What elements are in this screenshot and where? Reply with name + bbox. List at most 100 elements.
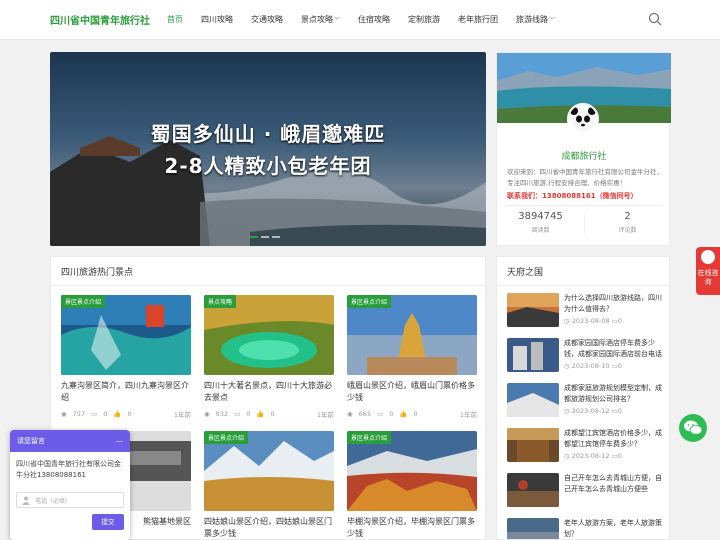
nav-item-label: 首页 bbox=[167, 15, 183, 24]
article-meta: ◉ 665 ▭ 0 👍 0 1年前 bbox=[347, 409, 477, 419]
list-item-title[interactable]: 为什么选择四川旅游线路，四川为什么值得去？ bbox=[564, 293, 668, 315]
consult-label: 在线咨询 bbox=[697, 269, 719, 286]
nav-item-senior-tour[interactable]: 老年旅行团 bbox=[451, 0, 505, 40]
eye-icon: ◉ bbox=[204, 410, 210, 418]
avatar[interactable] bbox=[567, 103, 599, 135]
list-item-title[interactable]: 老年人旅游方案，老年人旅游策划？ bbox=[564, 518, 668, 539]
nav-item-home[interactable]: 首页 bbox=[160, 0, 190, 40]
category-tag[interactable]: 景区景点介绍 bbox=[347, 431, 392, 444]
list-item-thumbnail[interactable] bbox=[507, 428, 559, 462]
list-item[interactable]: 自己开车怎么去青城山方便，自己开车怎么去青城山方便些 bbox=[507, 473, 665, 513]
list-item-thumbnail[interactable] bbox=[507, 293, 559, 327]
comment-icon: ▭ bbox=[234, 410, 241, 418]
post-date: 2023-08-10 bbox=[571, 362, 610, 370]
article-title[interactable]: 四川十大著名景点，四川十大旅游必去景点 bbox=[204, 380, 334, 404]
banner-headline: 蜀国多仙山 · 峨眉邈难匹 bbox=[150, 122, 386, 146]
article-card[interactable]: 景点攻略 四川十大著名景点，四川十大旅游必去景点 ◉ 932 ▭ 0 👍 0 1年前 bbox=[204, 295, 334, 419]
carousel-dot[interactable] bbox=[272, 236, 280, 238]
article-title[interactable]: 九寨沟景区简介，四川九寨沟景区介绍 bbox=[61, 380, 191, 404]
user-icon bbox=[22, 496, 30, 505]
banner-subheadline: 2-8人精致小包老年团 bbox=[164, 154, 372, 178]
list-item-title[interactable]: 自己开车怎么去青城山方便，自己开车怎么去青城山方便些 bbox=[564, 473, 668, 495]
list-item-thumbnail[interactable] bbox=[507, 338, 559, 372]
list-item-meta: ◷ 2023-08-08 ▭0 bbox=[564, 317, 622, 325]
online-consult-button[interactable]: 在线咨询 bbox=[696, 247, 720, 295]
clock-icon: ◷ bbox=[564, 452, 570, 460]
article-thumbnail[interactable]: 景点攻略 bbox=[204, 295, 334, 375]
category-tag[interactable]: 景区景点介绍 bbox=[61, 295, 106, 308]
section-title: 四川旅游热门景点 bbox=[61, 268, 134, 278]
list-item-title[interactable]: 成都家庭旅游规划模型定制，成都旅游规划公司排名？ bbox=[564, 383, 668, 405]
article-title[interactable]: 毕棚沟景区介绍，毕棚沟景区门票多少钱 bbox=[347, 516, 477, 539]
profile-name[interactable]: 成都旅行社 bbox=[497, 149, 671, 162]
category-tag[interactable]: 景区景点介绍 bbox=[347, 295, 392, 308]
wechat-button[interactable] bbox=[679, 414, 707, 442]
article-card[interactable]: 景区景点介绍 四姑娘山景区介绍，四姑娘山景区门票多少钱 bbox=[204, 431, 334, 539]
article-card[interactable]: 景区景点介绍 九寨沟景区简介，四川九寨沟景区介绍 ◉ 757 ▭ 0 👍 0 1年前 bbox=[61, 295, 191, 419]
message-widget-text: 四川省中国青年旅行社有限公司金牛分社13808088161 bbox=[16, 460, 121, 479]
submit-button[interactable]: 提交 bbox=[92, 514, 124, 530]
thumbs-up-icon: 👍 bbox=[256, 410, 265, 418]
nav-item-attractions[interactable]: 景点攻略﹀ bbox=[294, 0, 347, 40]
list-item[interactable]: 为什么选择四川旅游线路，四川为什么值得去？ ◷ 2023-08-08 ▭0 bbox=[507, 293, 665, 333]
profile-description: 欢迎来到：四川省中国青年旅行社有限公司金牛分社，专注四川旅游,行程安排合理、价格… bbox=[507, 168, 663, 187]
thumbs-up-icon: 👍 bbox=[399, 410, 408, 418]
phone-input[interactable]: 电话（必填） bbox=[16, 492, 124, 508]
nav-item-label: 住宿攻略 bbox=[358, 15, 391, 24]
nav-item-label: 四川攻略 bbox=[201, 15, 233, 24]
list-item-thumbnail[interactable] bbox=[507, 473, 559, 507]
eye-icon: ◉ bbox=[347, 410, 353, 418]
site-logo[interactable]: 四川省中国青年旅行社 bbox=[50, 12, 150, 27]
article-card[interactable]: 景区景点介绍 毕棚沟景区介绍，毕棚沟景区门票多少钱 bbox=[347, 431, 477, 539]
stat-comments: 2 评论数 bbox=[584, 211, 671, 234]
list-item[interactable]: 老年人旅游方案，老年人旅游策划？ bbox=[507, 518, 668, 539]
agent-avatar-icon bbox=[701, 250, 715, 264]
nav-item-label: 定制旅游 bbox=[408, 15, 441, 24]
carousel-dot[interactable] bbox=[261, 236, 269, 238]
list-item[interactable]: 成都家庭旅游规划模型定制，成都旅游规划公司排名？ ◷ 2023-08-12 ▭0 bbox=[507, 383, 665, 423]
post-date: 2023-08-12 bbox=[571, 452, 610, 460]
article-card[interactable]: 景区景点介绍 峨眉山景区介绍，峨眉山门票价格多少钱 ◉ 665 ▭ 0 👍 0 1年前 bbox=[347, 295, 477, 419]
comment-count: 0 bbox=[617, 407, 622, 415]
list-item-meta: ◷ 2023-08-12 ▭0 bbox=[564, 407, 622, 415]
list-item-title[interactable]: 成都家园国际酒店停车费多少钱，成都家园国际酒店前台电话多少 bbox=[564, 338, 668, 360]
list-item[interactable]: 成都家园国际酒店停车费多少钱，成都家园国际酒店前台电话多少 ◷ 2023-08-… bbox=[507, 338, 665, 378]
category-tag[interactable]: 景点攻略 bbox=[204, 295, 237, 308]
chevron-down-icon: ﹀ bbox=[334, 17, 341, 24]
nav-item-routes[interactable]: 旅游线路﹀ bbox=[509, 0, 562, 40]
post-time: 1年前 bbox=[316, 411, 334, 419]
list-item[interactable]: 成都望江宾馆酒店价格多少，成都望江宾馆停车费多少？ ◷ 2023-08-12 ▭… bbox=[507, 428, 665, 468]
profile-card: 成都旅行社 欢迎来到：四川省中国青年旅行社有限公司金牛分社，专注四川旅游,行程安… bbox=[496, 52, 671, 246]
search-icon[interactable] bbox=[648, 12, 662, 26]
comment-count: 0 bbox=[103, 410, 108, 418]
nav-item-label: 交通攻略 bbox=[251, 15, 283, 24]
list-item-thumbnail[interactable] bbox=[507, 518, 559, 539]
tianfu-sidebar: 天府之国 为什么选择四川旅游线路，四川为什么值得去？ ◷ 2023-08-08 … bbox=[496, 256, 670, 540]
article-title[interactable]: 四姑娘山景区介绍，四姑娘山景区门票多少钱 bbox=[204, 516, 334, 539]
clock-icon: ◷ bbox=[564, 407, 570, 415]
like-count: 0 bbox=[413, 410, 418, 418]
banner-image bbox=[50, 52, 486, 246]
list-item-title[interactable]: 成都望江宾馆酒店价格多少，成都望江宾馆停车费多少？ bbox=[564, 428, 668, 450]
article-thumbnail[interactable]: 景区景点介绍 bbox=[204, 431, 334, 511]
list-item-thumbnail[interactable] bbox=[507, 383, 559, 417]
section-title: 天府之国 bbox=[507, 268, 544, 278]
minimize-icon[interactable]: — bbox=[116, 437, 123, 445]
article-thumbnail[interactable]: 景区景点介绍 bbox=[61, 295, 191, 375]
article-thumbnail[interactable]: 景区景点介绍 bbox=[347, 295, 477, 375]
message-widget: 请您留言 — 四川省中国青年旅行社有限公司金牛分社13808088161 电话（… bbox=[10, 430, 130, 540]
hero-banner[interactable]: 蜀国多仙山 · 峨眉邈难匹 2-8人精致小包老年团 bbox=[50, 52, 486, 246]
article-title[interactable]: 峨眉山景区介绍，峨眉山门票价格多少钱 bbox=[347, 380, 477, 404]
nav-item-lodging[interactable]: 住宿攻略 bbox=[351, 0, 397, 40]
wechat-icon bbox=[684, 420, 703, 435]
carousel-dot[interactable] bbox=[250, 236, 258, 238]
article-meta: ◉ 757 ▭ 0 👍 0 1年前 bbox=[61, 409, 191, 419]
nav-item-sichuan-guide[interactable]: 四川攻略 bbox=[194, 0, 240, 40]
category-tag[interactable]: 景区景点介绍 bbox=[204, 431, 249, 444]
nav-item-custom-tour[interactable]: 定制旅游 bbox=[401, 0, 447, 40]
nav-item-transport[interactable]: 交通攻略 bbox=[244, 0, 290, 40]
comment-count: 0 bbox=[617, 317, 622, 325]
article-thumbnail[interactable]: 景区景点介绍 bbox=[347, 431, 477, 511]
clock-icon: ◷ bbox=[564, 317, 570, 325]
post-date: 2023-08-08 bbox=[571, 317, 610, 325]
